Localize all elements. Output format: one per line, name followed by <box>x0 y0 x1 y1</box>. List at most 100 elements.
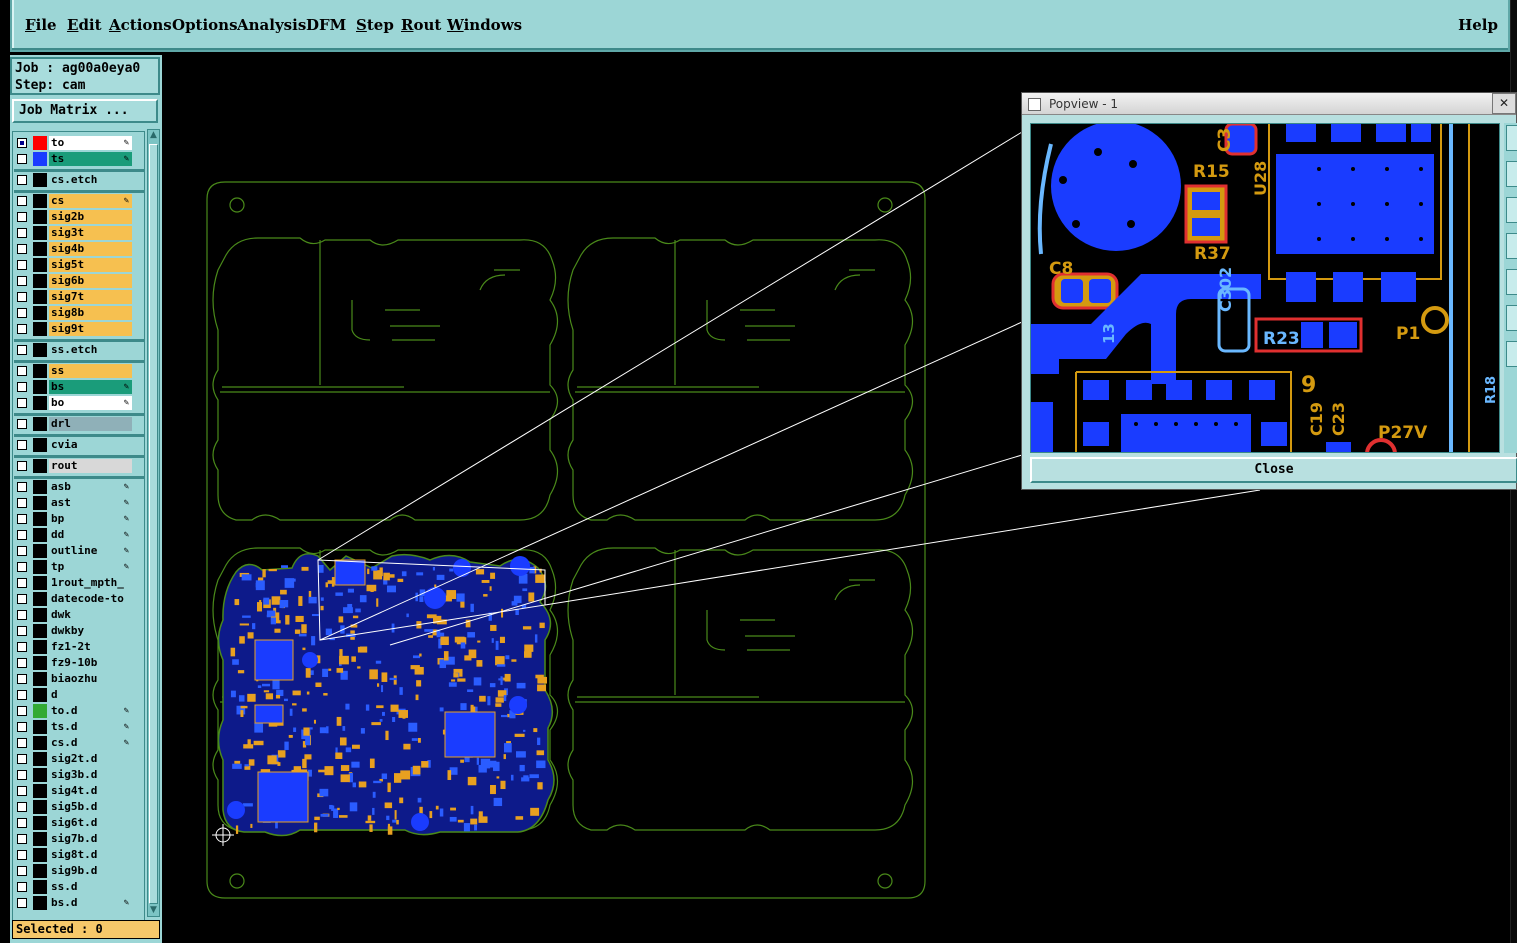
layer-color-swatch[interactable] <box>33 194 47 208</box>
layer-color-swatch[interactable] <box>33 512 47 526</box>
layer-name[interactable]: sig3b.d <box>49 768 132 782</box>
layer-row-cs[interactable]: cs ✎ <box>15 194 132 208</box>
layer-color-swatch[interactable] <box>33 688 47 702</box>
layer-color-swatch[interactable] <box>33 226 47 240</box>
layer-checkbox[interactable] <box>17 626 27 636</box>
layer-row-sig9b-d[interactable]: sig9b.d <box>15 864 132 878</box>
layer-row-sig4b[interactable]: sig4b <box>15 242 132 256</box>
layer-color-swatch[interactable] <box>33 258 47 272</box>
layer-name[interactable]: to.d ✎ <box>49 704 132 718</box>
menu-dfm[interactable]: DFM <box>306 16 346 34</box>
layer-name[interactable]: sig6b <box>49 274 132 288</box>
layer-row-ast[interactable]: ast ✎ <box>15 496 132 510</box>
layer-name[interactable]: ts.d ✎ <box>49 720 132 734</box>
layer-row-sig2b[interactable]: sig2b <box>15 210 132 224</box>
layer-name[interactable]: sig9b.d <box>49 864 132 878</box>
layer-color-swatch[interactable] <box>33 210 47 224</box>
layer-row-cs-d[interactable]: cs.d ✎ <box>15 736 132 750</box>
popview-tool[interactable] <box>1506 161 1517 187</box>
layer-checkbox[interactable] <box>17 594 27 604</box>
popview-tool[interactable] <box>1506 269 1517 295</box>
layer-checkbox[interactable] <box>17 366 27 376</box>
layer-color-swatch[interactable] <box>33 896 47 910</box>
layer-list[interactable]: to ✎ ts ✎ cs.etch cs ✎ sig2b sig3t sig4b sig5t sig6… <box>12 131 145 921</box>
layer-color-swatch[interactable] <box>33 380 47 394</box>
layer-row-sig3t[interactable]: sig3t <box>15 226 132 240</box>
layer-color-swatch[interactable] <box>33 864 47 878</box>
layer-list-scrollbar[interactable]: ▲ ▼ <box>147 129 160 917</box>
layer-row-bs-d[interactable]: bs.d ✎ <box>15 896 132 910</box>
layer-name[interactable]: d <box>49 688 132 702</box>
layer-color-swatch[interactable] <box>33 720 47 734</box>
layer-checkbox[interactable] <box>17 324 27 334</box>
layer-row-sig8b[interactable]: sig8b <box>15 306 132 320</box>
layer-row-sig5t[interactable]: sig5t <box>15 258 132 272</box>
layer-name[interactable]: bo ✎ <box>49 396 132 410</box>
layer-row-sig6t-d[interactable]: sig6t.d <box>15 816 132 830</box>
layer-checkbox[interactable] <box>17 345 27 355</box>
layer-checkbox[interactable] <box>17 882 27 892</box>
layer-row-sig7t[interactable]: sig7t <box>15 290 132 304</box>
layer-row-d[interactable]: d <box>15 688 132 702</box>
layer-color-swatch[interactable] <box>33 816 47 830</box>
layer-checkbox[interactable] <box>17 786 27 796</box>
menu-windows[interactable]: Windows <box>447 16 522 34</box>
layer-name[interactable]: dd ✎ <box>49 528 132 542</box>
layer-color-swatch[interactable] <box>33 640 47 654</box>
layer-color-swatch[interactable] <box>33 136 47 150</box>
popview-tool[interactable] <box>1506 233 1517 259</box>
layer-checkbox[interactable] <box>17 175 27 185</box>
layer-name[interactable]: sig8t.d <box>49 848 132 862</box>
layer-name[interactable]: sig3t <box>49 226 132 240</box>
layer-name[interactable]: sig2b <box>49 210 132 224</box>
layer-name[interactable]: cs.d ✎ <box>49 736 132 750</box>
layer-row-bp[interactable]: bp ✎ <box>15 512 132 526</box>
layer-name[interactable]: cs.etch <box>49 173 132 187</box>
layer-row-dwk[interactable]: dwk <box>15 608 132 622</box>
layer-row-sig2t-d[interactable]: sig2t.d <box>15 752 132 766</box>
layer-row-to-d[interactable]: to.d ✎ <box>15 704 132 718</box>
layer-row-ts-d[interactable]: ts.d ✎ <box>15 720 132 734</box>
layer-name[interactable]: sig5b.d <box>49 800 132 814</box>
layer-name[interactable]: sig5t <box>49 258 132 272</box>
layer-checkbox[interactable] <box>17 530 27 540</box>
layer-color-swatch[interactable] <box>33 656 47 670</box>
layer-checkbox[interactable] <box>17 461 27 471</box>
layer-checkbox[interactable] <box>17 498 27 508</box>
layer-checkbox[interactable] <box>17 722 27 732</box>
popview-window[interactable]: Popview - 1 ✕ C3 R15 U28 R37 C8 C302 R23… <box>1021 92 1517 490</box>
layer-row-fz9-10b[interactable]: fz9-10b <box>15 656 132 670</box>
layer-color-swatch[interactable] <box>33 152 47 166</box>
layer-name[interactable]: bp ✎ <box>49 512 132 526</box>
layer-checkbox[interactable] <box>17 382 27 392</box>
job-matrix-button[interactable]: Job Matrix ... <box>12 99 158 123</box>
layer-checkbox[interactable] <box>17 834 27 844</box>
layer-row-outline[interactable]: outline ✎ <box>15 544 132 558</box>
layer-color-swatch[interactable] <box>33 544 47 558</box>
layer-color-swatch[interactable] <box>33 736 47 750</box>
layer-row-1rout-mpth-[interactable]: 1rout_mpth_ <box>15 576 132 590</box>
layer-checkbox[interactable] <box>17 578 27 588</box>
layer-checkbox[interactable] <box>17 690 27 700</box>
layer-color-swatch[interactable] <box>33 396 47 410</box>
layer-checkbox[interactable] <box>17 738 27 748</box>
layer-name[interactable]: 1rout_mpth_ <box>49 576 132 590</box>
layer-color-swatch[interactable] <box>33 343 47 357</box>
layer-row-cs-etch[interactable]: cs.etch <box>15 173 132 187</box>
layer-row-rout[interactable]: rout <box>15 459 132 473</box>
layer-color-swatch[interactable] <box>33 704 47 718</box>
layer-name[interactable]: dwkby <box>49 624 132 638</box>
layer-row-sig5b-d[interactable]: sig5b.d <box>15 800 132 814</box>
scroll-thumb[interactable] <box>149 144 158 904</box>
layer-checkbox[interactable] <box>17 706 27 716</box>
layer-row-ss-etch[interactable]: ss.etch <box>15 343 132 357</box>
layer-name[interactable]: asb ✎ <box>49 480 132 494</box>
layer-row-sig8t-d[interactable]: sig8t.d <box>15 848 132 862</box>
layer-checkbox[interactable] <box>17 802 27 812</box>
layer-name[interactable]: outline ✎ <box>49 544 132 558</box>
popview-titlebar[interactable]: Popview - 1 <box>1022 93 1516 115</box>
scroll-up-icon[interactable]: ▲ <box>148 130 159 141</box>
layer-name[interactable]: sig7b.d <box>49 832 132 846</box>
layer-row-asb[interactable]: asb ✎ <box>15 480 132 494</box>
popview-tool[interactable] <box>1506 305 1517 331</box>
